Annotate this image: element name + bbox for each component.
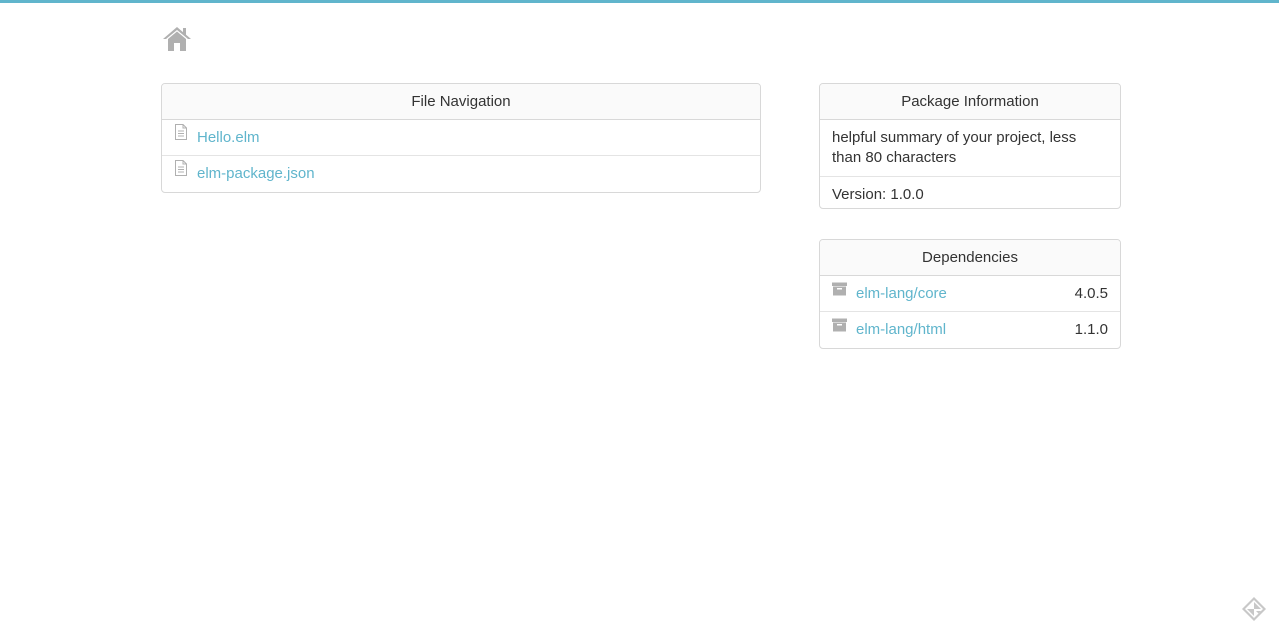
file-link-elm-package-json[interactable]: elm-package.json	[197, 165, 315, 182]
elm-logo-icon[interactable]	[1241, 596, 1267, 622]
file-icon	[174, 154, 188, 190]
dependency-link-elm-lang-core[interactable]: elm-lang/core	[856, 285, 947, 302]
package-information-title: Package Information	[820, 84, 1120, 120]
package-information-panel: Package Information helpful summary of y…	[819, 83, 1121, 209]
dependencies-title: Dependencies	[820, 240, 1120, 276]
dependency-version: 4.0.5	[1074, 285, 1108, 302]
package-version: Version: 1.0.0	[832, 186, 924, 203]
dependency-link-elm-lang-html[interactable]: elm-lang/html	[856, 321, 946, 338]
file-list-item: elm-package.json	[162, 156, 760, 192]
file-list-item: Hello.elm	[162, 120, 760, 156]
file-navigation-title: File Navigation	[162, 84, 760, 120]
dependency-version: 1.1.0	[1074, 321, 1108, 338]
package-icon	[832, 310, 847, 346]
file-icon	[174, 118, 188, 154]
home-link[interactable]	[162, 25, 192, 53]
dependencies-panel: Dependencies elm-lang/core 4.0.5 elm-lan…	[819, 239, 1121, 349]
dependency-item: elm-lang/core 4.0.5	[820, 276, 1120, 312]
home-icon	[163, 27, 191, 51]
top-accent-bar	[0, 0, 1279, 3]
file-link-hello-elm[interactable]: Hello.elm	[197, 129, 260, 146]
file-navigation-panel: File Navigation Hello.elm elm-package.js…	[161, 83, 761, 193]
package-icon	[832, 274, 847, 310]
dependency-item: elm-lang/html 1.1.0	[820, 312, 1120, 348]
package-summary: helpful summary of your project, less th…	[820, 120, 1120, 177]
